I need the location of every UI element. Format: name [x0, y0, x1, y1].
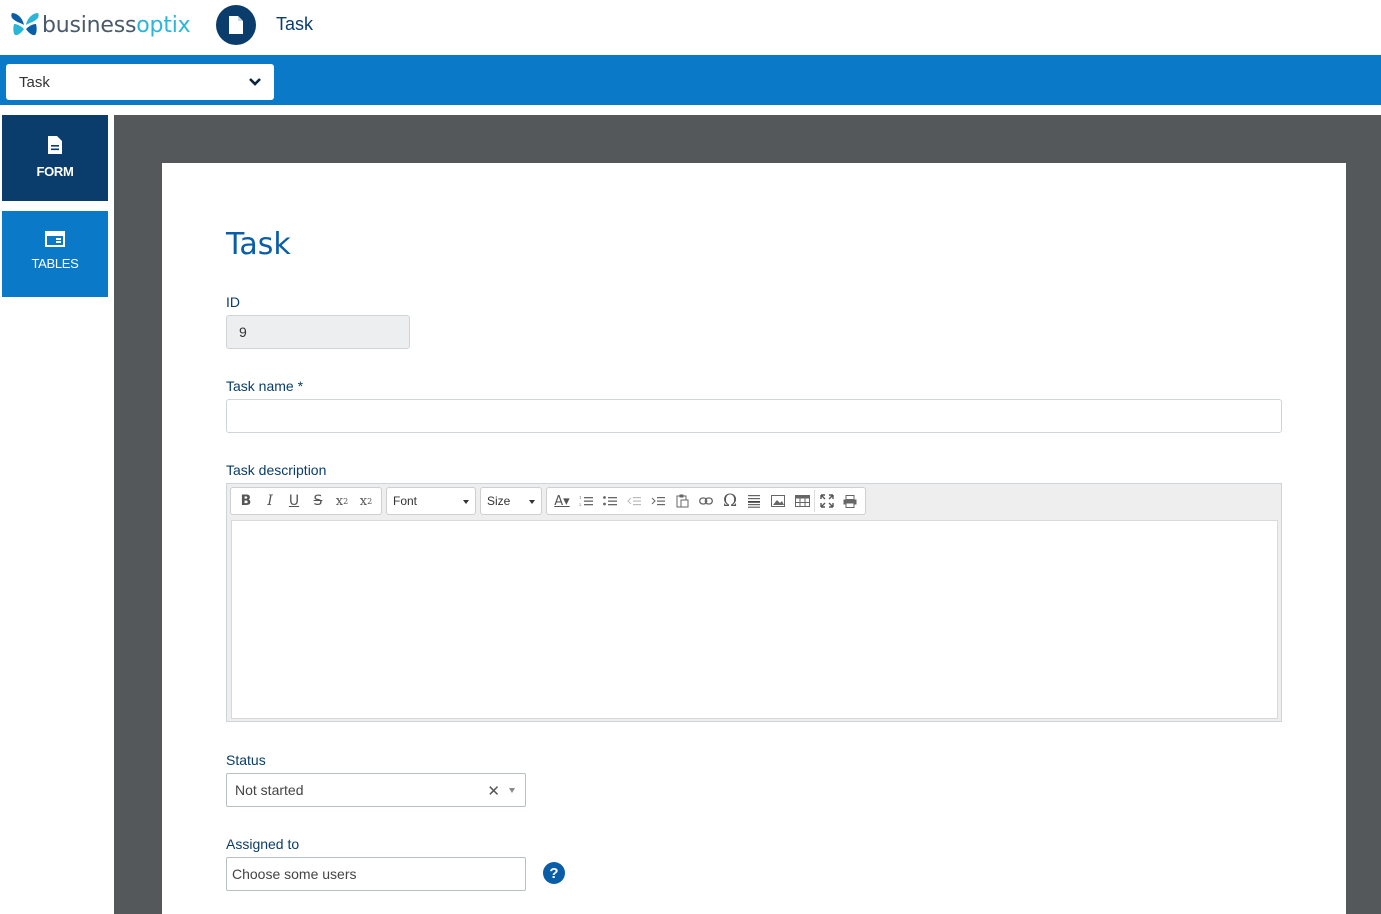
editor-toolbar: B I U S x2 x2 Font Size A▾ 1 2 Ω — [230, 487, 866, 515]
format-group: B I U S x2 x2 — [230, 487, 382, 515]
rich-text-editor: B I U S x2 x2 Font Size A▾ 1 2 Ω — [226, 483, 1282, 722]
clear-icon[interactable]: ✕ — [487, 782, 500, 800]
numbered-list-icon[interactable]: 12 — [574, 490, 598, 512]
page-title: Task — [276, 14, 314, 34]
maximize-icon[interactable] — [814, 490, 838, 512]
id-label: ID — [226, 294, 240, 310]
caret-down-icon — [463, 500, 469, 504]
paste-icon[interactable] — [670, 490, 694, 512]
brand-name: businessoptix — [42, 12, 191, 38]
help-icon[interactable]: ? — [543, 862, 565, 884]
image-icon[interactable] — [766, 490, 790, 512]
underline-icon[interactable]: U — [282, 490, 306, 512]
butterfly-logo-icon — [8, 10, 42, 40]
assigned-to-select[interactable]: Choose some users — [226, 857, 526, 891]
table-icon[interactable] — [790, 490, 814, 512]
view-selector-value: Task — [19, 73, 50, 91]
special-character-icon[interactable]: Ω — [718, 490, 742, 512]
table-icon — [2, 231, 108, 250]
link-icon[interactable] — [694, 490, 718, 512]
status-select[interactable]: Not started ✕ — [226, 773, 526, 807]
chevron-down-icon — [248, 75, 262, 92]
document-icon — [2, 135, 108, 158]
brand-logo[interactable]: businessoptix — [8, 10, 191, 40]
size-dropdown-label: Size — [487, 494, 511, 508]
id-value: 9 — [239, 324, 247, 340]
font-dropdown[interactable]: Font — [387, 490, 475, 512]
document-icon[interactable] — [216, 5, 256, 45]
sidebar-item-tables[interactable]: TABLES — [2, 211, 108, 297]
size-group: Size — [480, 487, 542, 515]
caret-down-icon — [509, 788, 515, 793]
help-icon-glyph: ? — [549, 864, 559, 882]
sidebar-item-label: TABLES — [31, 256, 79, 271]
horizontal-line-icon[interactable] — [742, 490, 766, 512]
sidebar-item-label: FORM — [36, 164, 74, 179]
indent-icon[interactable] — [646, 490, 670, 512]
strikethrough-icon[interactable]: S — [306, 490, 330, 512]
brand-name-part2: optix — [136, 12, 191, 38]
assigned-to-placeholder: Choose some users — [232, 866, 357, 882]
form-panel: Task ID 9 Task name * Task description B… — [162, 163, 1346, 914]
size-dropdown[interactable]: Size — [481, 490, 541, 512]
bullet-list-icon[interactable] — [598, 490, 622, 512]
task-name-label: Task name * — [226, 378, 304, 394]
font-dropdown-label: Font — [393, 494, 418, 508]
brand-name-part1: business — [42, 12, 137, 38]
status-label: Status — [226, 752, 266, 768]
sidebar-item-form[interactable]: FORM — [2, 115, 108, 201]
superscript-icon[interactable]: x2 — [354, 490, 378, 512]
text-color-icon[interactable]: A▾ — [550, 490, 574, 512]
task-description-label: Task description — [226, 462, 327, 478]
subscript-icon[interactable]: x2 — [330, 490, 354, 512]
top-header: businessoptix Task — [0, 0, 1381, 55]
outdent-icon[interactable] — [622, 490, 646, 512]
id-field: 9 — [226, 315, 410, 349]
description-editor-area[interactable] — [231, 520, 1278, 719]
workspace: Task ID 9 Task name * Task description B… — [114, 115, 1381, 914]
svg-text:2: 2 — [579, 502, 582, 507]
font-group: Font — [386, 487, 476, 515]
print-icon[interactable] — [838, 490, 862, 512]
task-name-input[interactable] — [226, 399, 1282, 433]
sub-header-bar: Task — [0, 55, 1381, 105]
view-selector[interactable]: Task — [6, 64, 274, 100]
form-title: Task — [226, 227, 291, 262]
caret-down-icon — [529, 500, 535, 504]
svg-text:1: 1 — [579, 495, 582, 500]
bold-icon[interactable]: B — [234, 490, 258, 512]
italic-icon[interactable]: I — [258, 490, 282, 512]
assigned-to-label: Assigned to — [226, 836, 300, 852]
status-value: Not started — [235, 782, 304, 798]
insert-group: A▾ 12 Ω — [546, 487, 866, 515]
